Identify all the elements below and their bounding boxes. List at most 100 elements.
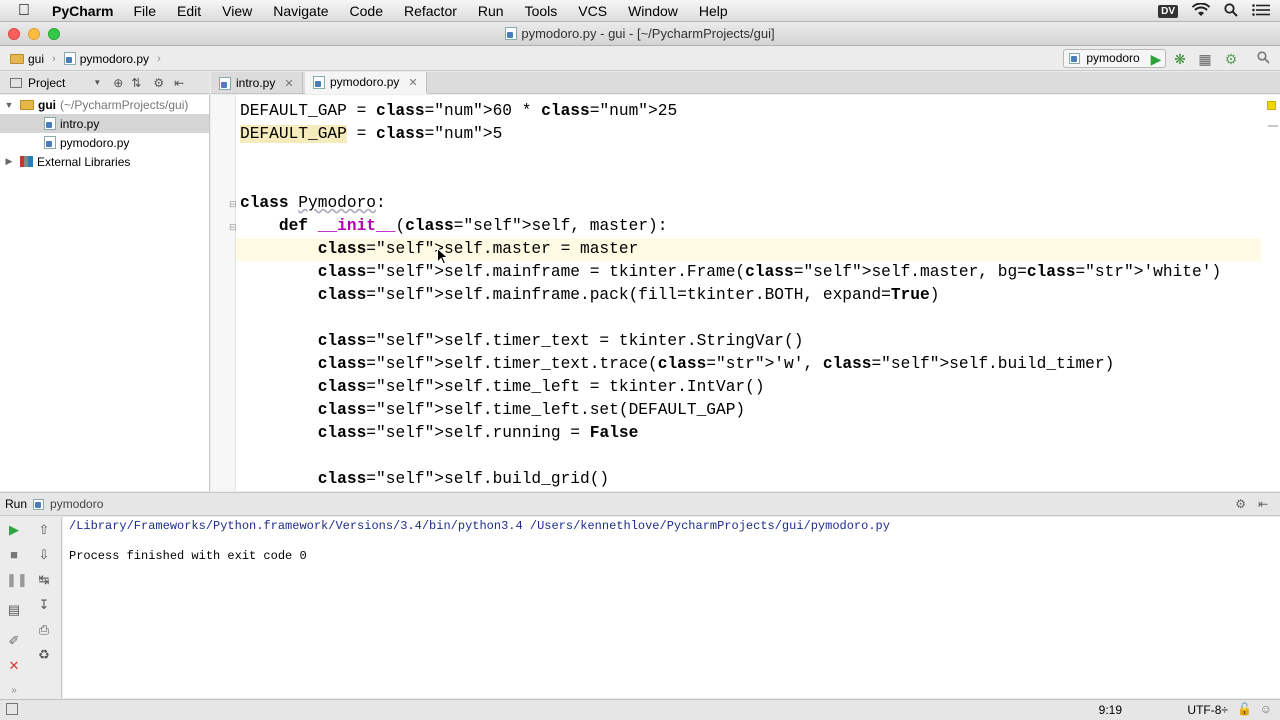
clear-all-icon[interactable]: ♻: [36, 647, 52, 663]
pin-icon[interactable]: ✐: [6, 633, 22, 649]
code-line[interactable]: [240, 146, 1221, 169]
up-arrow-icon[interactable]: ⇧: [36, 522, 52, 538]
close-run-icon[interactable]: ✕: [6, 658, 22, 674]
close-tab-icon[interactable]: ✕: [284, 77, 293, 90]
menu-refactor[interactable]: Refactor: [404, 3, 457, 19]
rerun-icon[interactable]: ▶: [6, 522, 22, 538]
navigation-bar: gui › pymodoro.py › pymodoro ▼ ▶ ❋ ▦ ⚙: [0, 47, 1280, 71]
code-line[interactable]: class="self">self.mainframe = tkinter.Fr…: [240, 261, 1221, 284]
run-panel-title[interactable]: Run: [5, 497, 27, 511]
tree-item-external-libraries[interactable]: ▶ External Libraries: [0, 152, 209, 171]
settings-gear-icon[interactable]: ⚙: [1235, 497, 1246, 511]
breadcrumb-project[interactable]: gui: [10, 52, 44, 66]
fold-marker-icon[interactable]: ⊟: [229, 199, 237, 210]
menu-help[interactable]: Help: [699, 3, 728, 19]
file-encoding[interactable]: UTF-8÷: [1187, 703, 1228, 717]
python-file-icon: [313, 75, 325, 89]
menu-tools[interactable]: Tools: [525, 3, 558, 19]
tree-item-pymodoro-py[interactable]: pymodoro.py: [0, 133, 209, 152]
code-line[interactable]: [240, 445, 1221, 468]
scroll-from-source-icon[interactable]: ⊕: [113, 76, 123, 90]
status-bar: 9:19 UTF-8÷ 🔓 ☺: [0, 699, 1280, 720]
breadcrumb-file-label: pymodoro.py: [79, 51, 150, 66]
tree-item-intro-py[interactable]: intro.py: [0, 114, 209, 133]
code-content[interactable]: DEFAULT_GAP = class="num">60 * class="nu…: [240, 100, 1221, 491]
coverage-icon[interactable]: ▦: [1196, 50, 1214, 68]
fold-marker-icon[interactable]: ⊟: [229, 222, 237, 233]
tree-item-gui[interactable]: ▼ gui (~/PycharmProjects/gui): [0, 95, 209, 114]
debug-icon[interactable]: ❋: [1171, 50, 1189, 68]
code-line[interactable]: class="self">self.timer_text = tkinter.S…: [240, 330, 1221, 353]
app-menu[interactable]: PyCharm: [52, 3, 113, 19]
down-arrow-icon[interactable]: ⇩: [36, 547, 52, 563]
collapsed-triangle-icon[interactable]: ▶: [4, 156, 14, 167]
run-configuration-label: pymodoro: [1086, 51, 1140, 65]
menu-view[interactable]: View: [222, 3, 252, 19]
caret-position[interactable]: 9:19: [1099, 703, 1122, 717]
tab-label: intro.py: [236, 76, 276, 90]
code-line[interactable]: [240, 169, 1221, 192]
python-file-icon: [63, 52, 76, 65]
print-icon[interactable]: ⎙: [36, 622, 52, 638]
code-line[interactable]: class="self">self.time_left.set(DEFAULT_…: [240, 399, 1221, 422]
more-icon[interactable]: »: [6, 683, 22, 699]
project-panel-header: Project ▼ ⊕ ⇅ ⚙ ⇤: [0, 72, 210, 94]
run-panel-config[interactable]: pymodoro: [50, 497, 103, 511]
expanded-triangle-icon[interactable]: ▼: [4, 100, 14, 110]
menu-window[interactable]: Window: [628, 3, 678, 19]
chevron-down-icon[interactable]: ▼: [93, 78, 101, 87]
code-line[interactable]: class Pymodoro:: [240, 192, 1221, 215]
wifi-icon[interactable]: [1191, 2, 1211, 20]
folder-icon: [20, 99, 34, 110]
project-panel-title[interactable]: Project: [28, 76, 65, 90]
code-line[interactable]: def __init__(class="self">self, master):: [240, 215, 1221, 238]
tool-window-toggle-icon[interactable]: [6, 703, 18, 715]
layout-icon[interactable]: ▤: [6, 602, 22, 618]
apple-icon[interactable]: : [18, 0, 40, 22]
menu-edit[interactable]: Edit: [177, 3, 201, 19]
pause-icon[interactable]: ❚❚: [6, 572, 28, 588]
scroll-marker[interactable]: [1268, 125, 1278, 127]
hide-panel-icon[interactable]: ⇤: [174, 76, 184, 90]
python-file-icon: [505, 27, 518, 40]
spotlight-search-icon[interactable]: [1224, 2, 1238, 20]
soft-wrap-icon[interactable]: ↹: [36, 572, 52, 588]
search-everywhere-icon[interactable]: [1254, 50, 1272, 68]
code-line[interactable]: [240, 307, 1221, 330]
code-line[interactable]: DEFAULT_GAP = class="num">5: [240, 123, 1221, 146]
menu-file[interactable]: File: [133, 3, 156, 19]
settings-gear-icon[interactable]: ⚙: [153, 76, 164, 90]
run-icon[interactable]: ▶: [1147, 50, 1165, 68]
dv-status-badge[interactable]: DV: [1158, 4, 1178, 18]
close-tab-icon[interactable]: ✕: [408, 76, 417, 89]
window-title-bar: pymodoro.py - gui - [~/PycharmProjects/g…: [0, 22, 1280, 46]
code-line[interactable]: class="self">self.master = master: [240, 238, 1221, 261]
code-editor[interactable]: ⊟ ⊟ DEFAULT_GAP = class="num">60 * class…: [211, 95, 1280, 491]
tab-pymodoro-py[interactable]: pymodoro.py ✕: [305, 72, 427, 94]
collapse-all-icon[interactable]: ⇅: [131, 76, 141, 90]
menu-navigate[interactable]: Navigate: [273, 3, 328, 19]
code-line[interactable]: class="self">self.time_left = tkinter.In…: [240, 376, 1221, 399]
code-line[interactable]: DEFAULT_GAP = class="num">60 * class="nu…: [240, 100, 1221, 123]
inspection-status-icon[interactable]: [1267, 101, 1276, 110]
hide-panel-icon[interactable]: ⇤: [1258, 497, 1268, 511]
menu-code[interactable]: Code: [350, 3, 383, 19]
menu-vcs[interactable]: VCS: [578, 3, 607, 19]
breadcrumb-file[interactable]: pymodoro.py: [63, 51, 150, 66]
inspector-icon[interactable]: ☺: [1260, 702, 1272, 716]
editor-gutter[interactable]: ⊟ ⊟: [211, 95, 237, 491]
run-console-output[interactable]: /Library/Frameworks/Python.framework/Ver…: [63, 517, 1280, 698]
code-line[interactable]: class="self">self.mainframe.pack(fill=tk…: [240, 284, 1221, 307]
code-line[interactable]: class="self">self.running = False: [240, 422, 1221, 445]
scroll-to-end-icon[interactable]: ↧: [36, 597, 52, 613]
menu-run[interactable]: Run: [478, 3, 504, 19]
lock-icon[interactable]: 🔓: [1237, 702, 1252, 716]
stop-icon[interactable]: ■: [6, 547, 22, 563]
profile-icon[interactable]: ⚙: [1222, 50, 1240, 68]
tab-intro-py[interactable]: intro.py ✕: [211, 72, 303, 94]
code-line[interactable]: class="self">self.build_grid(): [240, 468, 1221, 491]
breadcrumb-project-label: gui: [28, 51, 45, 66]
notification-list-icon[interactable]: [1252, 3, 1270, 19]
code-line[interactable]: class="self">self.timer_text.trace(class…: [240, 353, 1221, 376]
tree-item-label: External Libraries: [37, 154, 131, 169]
